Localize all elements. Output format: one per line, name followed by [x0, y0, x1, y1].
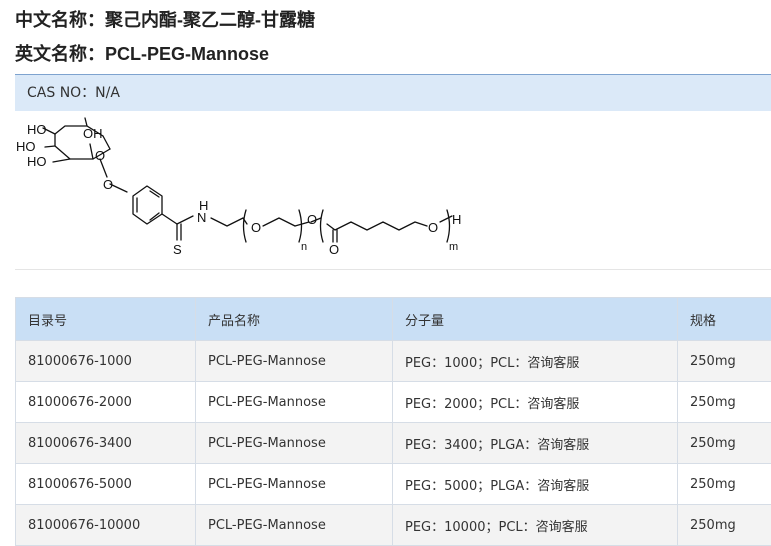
label-carbonyl-oxygen: O	[329, 242, 339, 257]
cell-product-name: PCL-PEG-Mannose	[196, 423, 393, 464]
cell-specification: 250mg	[678, 341, 771, 382]
label-terminal-oxygen: O	[428, 220, 438, 235]
cell-product-name: PCL-PEG-Mannose	[196, 382, 393, 423]
cell-catalog-number: 81000676-2000	[16, 382, 196, 423]
english-name-value: PCL-PEG-Mannose	[105, 44, 269, 64]
label-oh: OH	[83, 126, 103, 141]
header-molecular-weight: 分子量	[393, 298, 678, 341]
cell-product-name: PCL-PEG-Mannose	[196, 505, 393, 546]
label-ho-mid: HO	[16, 139, 36, 154]
label-ho-top: HO	[27, 122, 47, 137]
table-row: 81000676-2000 PCL-PEG-Mannose PEG：2000；P…	[16, 382, 771, 423]
table-row: 81000676-5000 PCL-PEG-Mannose PEG：5000；P…	[16, 464, 771, 505]
chinese-name-row: 中文名称：聚己内酯-聚乙二醇-甘露糖	[15, 6, 315, 32]
product-table: 目录号 产品名称 分子量 规格 81000676-1000 PCL-PEG-Ma…	[15, 297, 771, 546]
table-header-row: 目录号 产品名称 分子量 规格	[16, 298, 771, 341]
cell-product-name: PCL-PEG-Mannose	[196, 464, 393, 505]
cell-catalog-number: 81000676-1000	[16, 341, 196, 382]
label-ester-oxygen: O	[307, 212, 317, 227]
label-peg-oxygen: O	[251, 220, 261, 235]
label-link-oxygen: O	[103, 177, 113, 192]
english-name-row: 英文名称：PCL-PEG-Mannose	[15, 40, 269, 66]
chinese-name-value: 聚己内酯-聚乙二醇-甘露糖	[105, 10, 315, 30]
label-ho-bottom: HO	[27, 154, 47, 169]
english-name-label: 英文名称：	[15, 44, 105, 65]
cell-product-name: PCL-PEG-Mannose	[196, 341, 393, 382]
label-sulfur: S	[173, 242, 182, 257]
cell-specification: 250mg	[678, 464, 771, 505]
cell-specification: 250mg	[678, 382, 771, 423]
cell-specification: 250mg	[678, 505, 771, 546]
header-specification: 规格	[678, 298, 771, 341]
cell-molecular-weight: PEG：5000；PLGA：咨询客服	[393, 464, 678, 505]
cell-specification: 250mg	[678, 423, 771, 464]
label-subscript-m: m	[449, 241, 458, 253]
structure-drawing: HO OH HO HO O O N H S O n O O O H m	[15, 114, 771, 269]
table-row: 81000676-3400 PCL-PEG-Mannose PEG：3400；P…	[16, 423, 771, 464]
cell-catalog-number: 81000676-10000	[16, 505, 196, 546]
cell-molecular-weight: PEG：10000；PCL：咨询客服	[393, 505, 678, 546]
cell-molecular-weight: PEG：3400；PLGA：咨询客服	[393, 423, 678, 464]
label-terminal-h: H	[452, 212, 461, 227]
cell-catalog-number: 81000676-5000	[16, 464, 196, 505]
cell-molecular-weight: PEG：1000；PCL：咨询客服	[393, 341, 678, 382]
cas-number-bar: CAS NO：N/A	[15, 74, 771, 111]
cas-number-text: CAS NO：N/A	[27, 85, 120, 101]
table-row: 81000676-10000 PCL-PEG-Mannose PEG：10000…	[16, 505, 771, 546]
label-ring-oxygen: O	[95, 148, 105, 163]
label-subscript-n: n	[301, 241, 307, 253]
chemical-structure: HO OH HO HO O O N H S O n O O O H m	[15, 114, 771, 270]
label-amide-h: H	[199, 198, 208, 213]
header-product-name: 产品名称	[196, 298, 393, 341]
cell-catalog-number: 81000676-3400	[16, 423, 196, 464]
header-catalog-number: 目录号	[16, 298, 196, 341]
cell-molecular-weight: PEG：2000；PCL：咨询客服	[393, 382, 678, 423]
table-row: 81000676-1000 PCL-PEG-Mannose PEG：1000；P…	[16, 341, 771, 382]
chinese-name-label: 中文名称：	[15, 10, 105, 31]
